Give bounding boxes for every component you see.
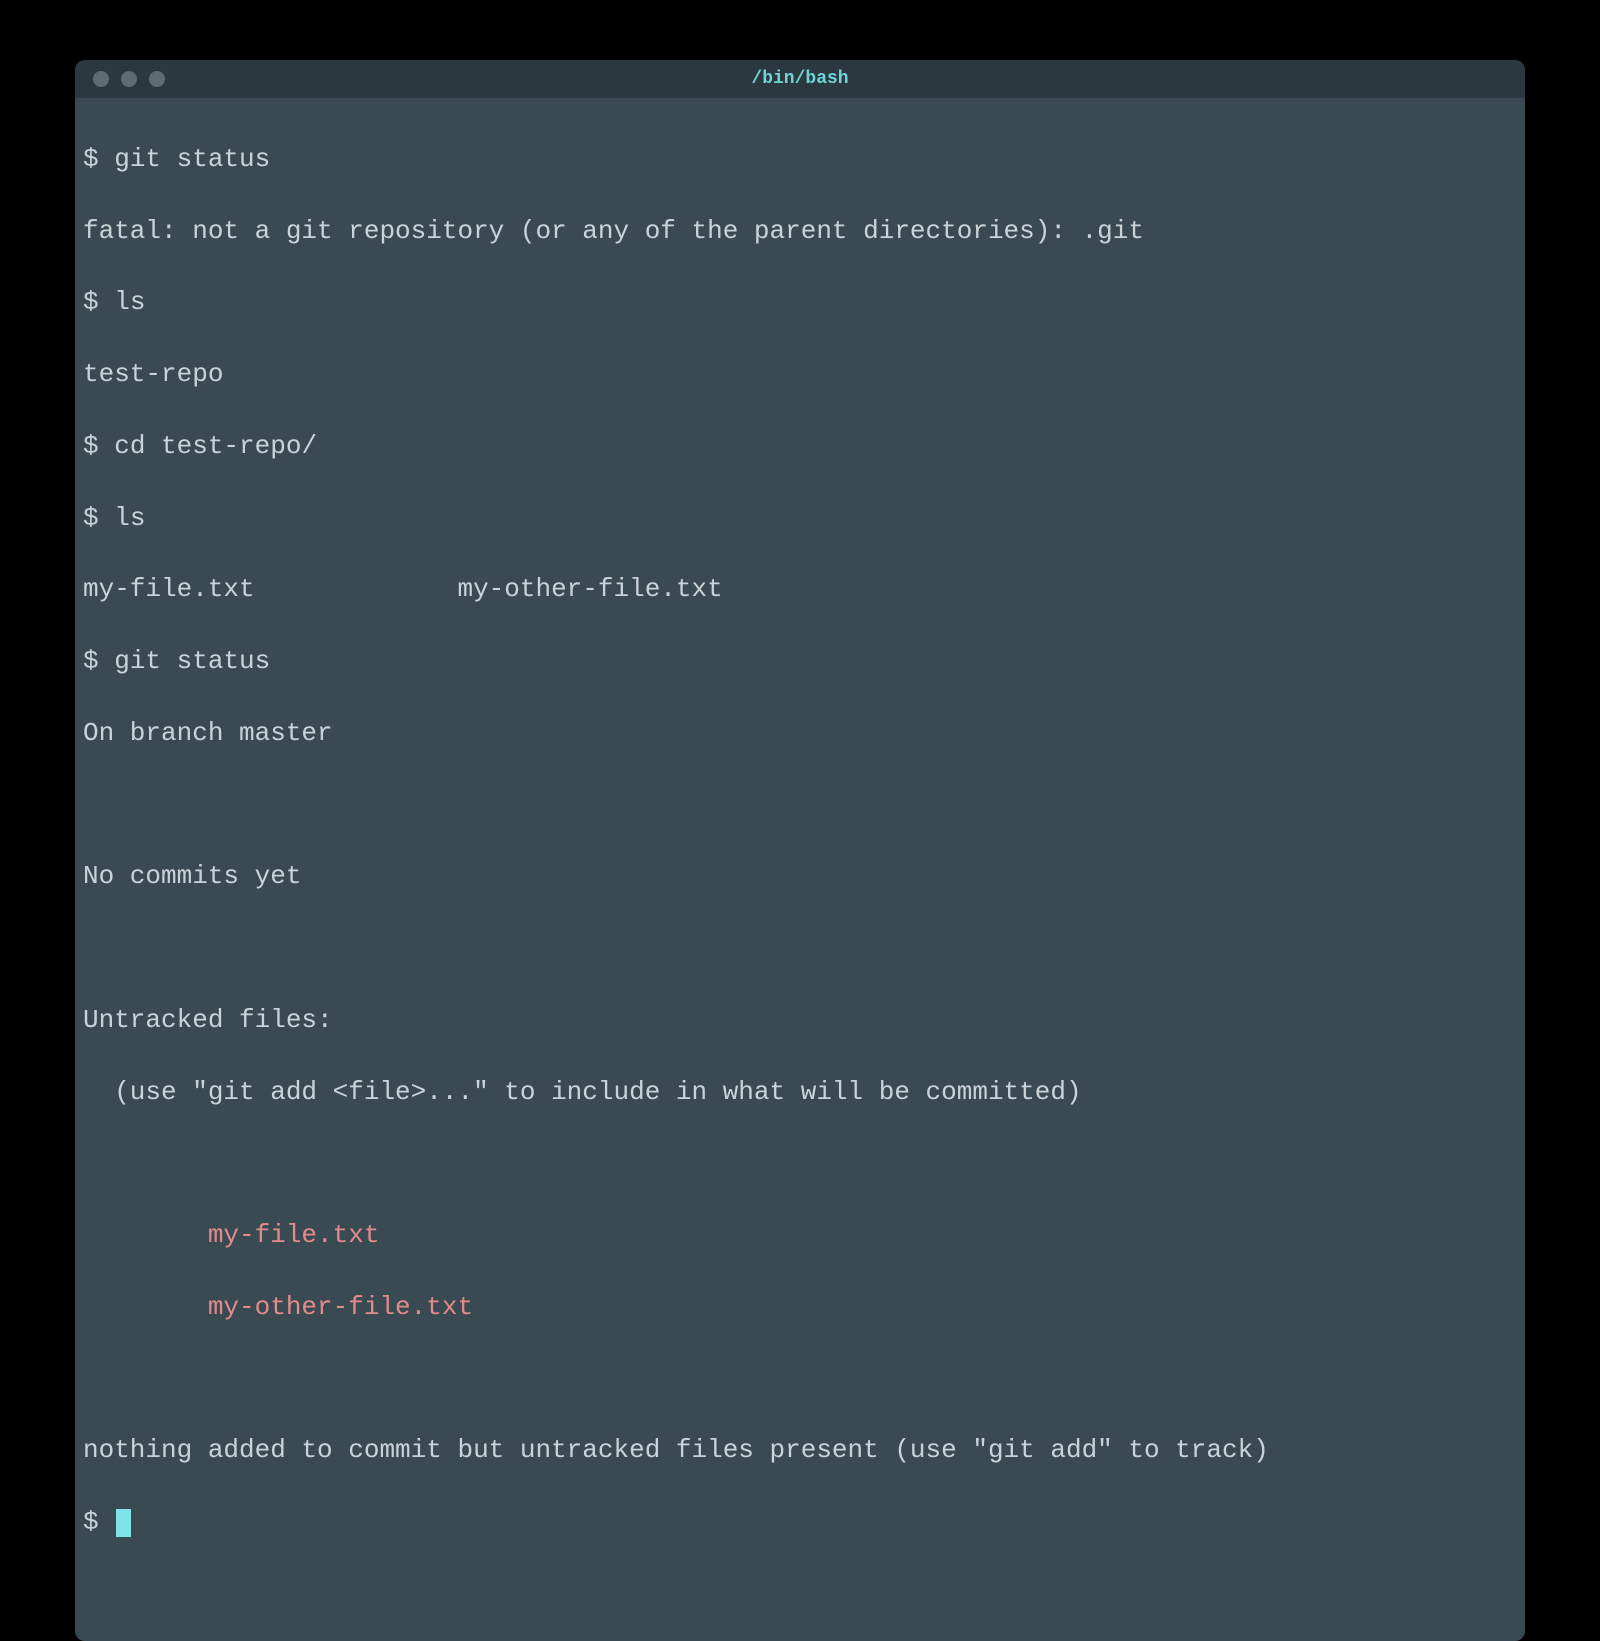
terminal-body[interactable]: $ git status fatal: not a git repository… xyxy=(75,98,1525,1641)
output-line: On branch master xyxy=(83,716,1517,752)
traffic-lights xyxy=(93,71,165,87)
prompt-symbol: $ xyxy=(83,287,99,317)
output-line: my-file.txt my-other-file.txt xyxy=(83,572,1517,608)
output-line: fatal: not a git repository (or any of t… xyxy=(83,214,1517,250)
prompt-symbol: $ xyxy=(83,646,99,676)
command-text: git status xyxy=(114,144,270,174)
blank-line xyxy=(83,1362,1517,1398)
prompt-symbol: $ xyxy=(83,144,99,174)
terminal-window: /bin/bash $ git status fatal: not a git … xyxy=(75,60,1525,1641)
prompt-line: $ ls xyxy=(83,501,1517,537)
untracked-file: my-file.txt xyxy=(83,1218,1517,1254)
prompt-line: $ git status xyxy=(83,644,1517,680)
output-line: nothing added to commit but untracked fi… xyxy=(83,1433,1517,1469)
output-line: test-repo xyxy=(83,357,1517,393)
blank-line xyxy=(83,931,1517,967)
prompt-symbol: $ xyxy=(83,1507,99,1537)
output-line: (use "git add <file>..." to include in w… xyxy=(83,1075,1517,1111)
prompt-line: $ git status xyxy=(83,142,1517,178)
prompt-symbol: $ xyxy=(83,503,99,533)
command-text: ls xyxy=(114,503,145,533)
output-line: No commits yet xyxy=(83,859,1517,895)
prompt-line: $ cd test-repo/ xyxy=(83,429,1517,465)
command-text: cd test-repo/ xyxy=(114,431,317,461)
prompt-line: $ xyxy=(83,1505,1517,1541)
output-line: Untracked files: xyxy=(83,1003,1517,1039)
cursor xyxy=(116,1509,131,1537)
titlebar[interactable]: /bin/bash xyxy=(75,60,1525,98)
window-title: /bin/bash xyxy=(75,69,1525,89)
untracked-file: my-other-file.txt xyxy=(83,1290,1517,1326)
command-text: ls xyxy=(114,287,145,317)
blank-line xyxy=(83,788,1517,824)
command-text: git status xyxy=(114,646,270,676)
maximize-icon[interactable] xyxy=(149,71,165,87)
prompt-line: $ ls xyxy=(83,285,1517,321)
prompt-symbol: $ xyxy=(83,431,99,461)
blank-line xyxy=(83,1146,1517,1182)
minimize-icon[interactable] xyxy=(121,71,137,87)
close-icon[interactable] xyxy=(93,71,109,87)
